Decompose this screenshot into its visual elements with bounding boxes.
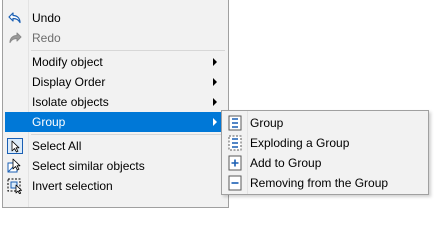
submenu-item-add-to-group[interactable]: Add to Group <box>224 153 426 173</box>
submenu-arrow-icon <box>213 118 217 126</box>
select-all-icon <box>7 138 23 154</box>
menu-item-label: Modify object <box>32 55 103 69</box>
menu-item-modify-object[interactable]: Modify object <box>5 52 226 72</box>
add-to-group-icon <box>227 155 243 171</box>
menu-item-undo[interactable]: Undo <box>5 8 226 28</box>
menu-item-display-order[interactable]: Display Order <box>5 72 226 92</box>
submenu-item-label: Removing from the Group <box>250 176 389 190</box>
group-icon <box>227 115 243 131</box>
menu-item-group[interactable]: Group <box>5 112 226 132</box>
menu-separator <box>31 134 225 135</box>
submenu-item-group[interactable]: Group <box>224 113 426 133</box>
select-similar-icon <box>7 158 23 174</box>
group-submenu: Group Exploding a Group Add to Group Rem… <box>221 110 429 195</box>
invert-selection-icon <box>7 178 23 194</box>
redo-icon <box>7 30 23 46</box>
undo-icon <box>7 10 23 26</box>
menu-item-select-all[interactable]: Select All <box>5 136 226 156</box>
submenu-arrow-icon <box>213 98 217 106</box>
menu-item-label: Select All <box>32 139 82 153</box>
remove-from-group-icon <box>227 175 243 191</box>
menu-item-label: Select similar objects <box>32 159 145 173</box>
menu-item-redo[interactable]: Redo <box>5 28 226 48</box>
explode-group-icon <box>227 135 243 151</box>
menu-item-label: Undo <box>32 11 61 25</box>
menu-item-isolate-objects[interactable]: Isolate objects <box>5 92 226 112</box>
menu-item-label: Invert selection <box>32 179 113 193</box>
submenu-item-label: Exploding a Group <box>250 136 350 150</box>
menu-item-select-similar-objects[interactable]: Select similar objects <box>5 156 226 176</box>
menu-separator <box>31 50 225 51</box>
menu-item-label: Redo <box>32 31 61 45</box>
submenu-item-exploding-a-group[interactable]: Exploding a Group <box>224 133 426 153</box>
menu-item-label: Display Order <box>32 75 106 89</box>
submenu-item-label: Group <box>250 116 284 130</box>
submenu-arrow-icon <box>213 78 217 86</box>
submenu-arrow-icon <box>213 58 217 66</box>
menu-item-label: Isolate objects <box>32 95 109 109</box>
menu-item-invert-selection[interactable]: Invert selection <box>5 176 226 196</box>
context-menu: Undo Redo Modify object Display Order Is… <box>2 0 229 208</box>
submenu-item-removing-from-the-group[interactable]: Removing from the Group <box>224 173 426 193</box>
submenu-item-label: Add to Group <box>250 156 322 170</box>
menu-item-label: Group <box>32 115 66 129</box>
